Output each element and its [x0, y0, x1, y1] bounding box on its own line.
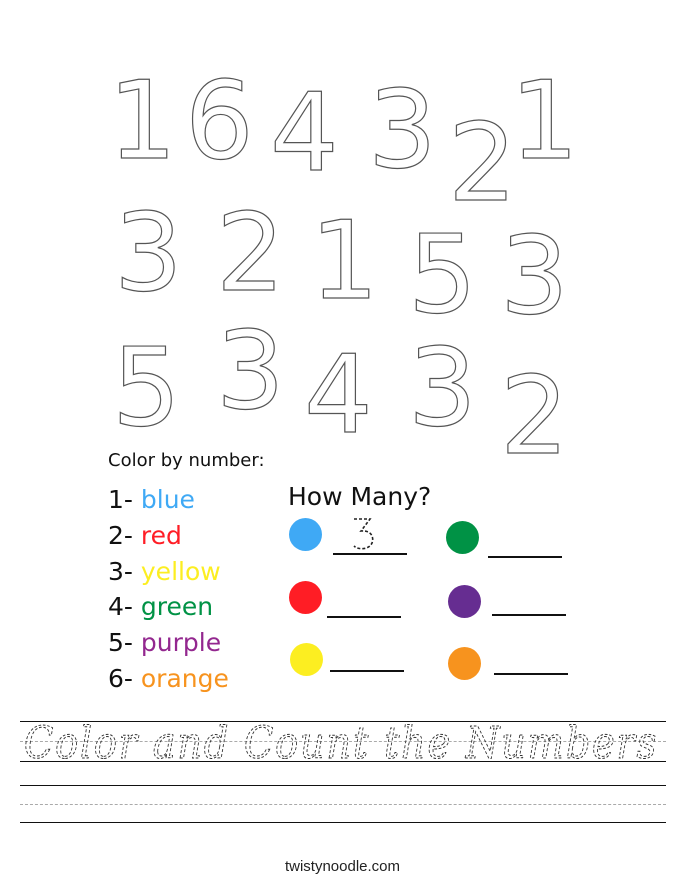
- digit[interactable]: 2: [499, 353, 569, 460]
- legend-item: 4- green: [108, 589, 229, 625]
- legend-item: 1- blue: [108, 482, 229, 518]
- legend-number: 1-: [108, 485, 133, 514]
- digit[interactable]: 3: [113, 190, 183, 316]
- digit[interactable]: 4: [303, 332, 373, 458]
- legend-item: 5- purple: [108, 625, 229, 661]
- answer-blank-purple[interactable]: [492, 614, 566, 616]
- worksheet-title: Color and Count the Numbers: [24, 718, 658, 769]
- practice-line-top: [20, 785, 666, 786]
- answer-blue-traced: [353, 518, 374, 550]
- site-footer: twistynoodle.com: [284, 858, 401, 875]
- digit[interactable]: 5: [407, 212, 477, 338]
- digit[interactable]: 1: [107, 58, 177, 184]
- legend-color-name: yellow: [140, 556, 221, 586]
- purple-dot: [448, 585, 481, 618]
- answer-blank-yellow[interactable]: [330, 670, 404, 672]
- digit[interactable]: 2: [215, 190, 285, 316]
- practice-line-base: [20, 822, 666, 823]
- orange-dot: [448, 647, 481, 680]
- green-dot: [446, 521, 479, 554]
- legend-color-name: green: [140, 592, 214, 622]
- answer-blank-red[interactable]: [327, 616, 401, 618]
- digit[interactable]: 1: [309, 198, 379, 324]
- legend-number: 3-: [108, 556, 133, 586]
- yellow-dot: [290, 643, 323, 676]
- legend-color-name: blue: [140, 485, 195, 514]
- legend-title: Color by number:: [108, 450, 265, 471]
- digit[interactable]: 6: [184, 58, 254, 184]
- color-legend: 1- blue 2- red 3- yellow 4- green 5- pur…: [108, 482, 229, 697]
- cursive-title: Color and Count the Numbers: [24, 718, 658, 770]
- digit[interactable]: 5: [111, 325, 181, 451]
- legend-number: 4-: [108, 592, 133, 622]
- legend-number: 5-: [108, 628, 133, 658]
- answer-blank-orange[interactable]: [494, 673, 568, 675]
- digit[interactable]: 3: [499, 213, 569, 339]
- answer-blank-blue[interactable]: [333, 553, 407, 555]
- red-dot: [289, 581, 322, 614]
- digit[interactable]: 3: [367, 67, 437, 193]
- digit[interactable]: 3: [407, 325, 477, 451]
- legend-color-name: orange: [140, 663, 229, 693]
- legend-item: 6- orange: [108, 661, 229, 697]
- answer-blank-green[interactable]: [488, 556, 562, 558]
- practice-line-mid: [20, 804, 666, 805]
- legend-color-name: purple: [140, 628, 222, 658]
- digit[interactable]: 2: [447, 100, 517, 226]
- legend-color-name: red: [140, 520, 182, 550]
- digit-grid: 1 6 4 3 2 1 3 2 1 5 3 5 3 4 3 2: [107, 58, 579, 460]
- blue-dot: [289, 518, 322, 551]
- legend-number: 6-: [108, 663, 133, 693]
- legend-item: 2- red: [108, 518, 229, 554]
- how-many-title: How Many?: [288, 482, 432, 511]
- legend-number: 2-: [108, 520, 133, 550]
- legend-item: 3- yellow: [108, 554, 229, 590]
- digit[interactable]: 1: [509, 58, 579, 184]
- digit[interactable]: 4: [269, 70, 339, 196]
- digit[interactable]: 3: [215, 308, 285, 434]
